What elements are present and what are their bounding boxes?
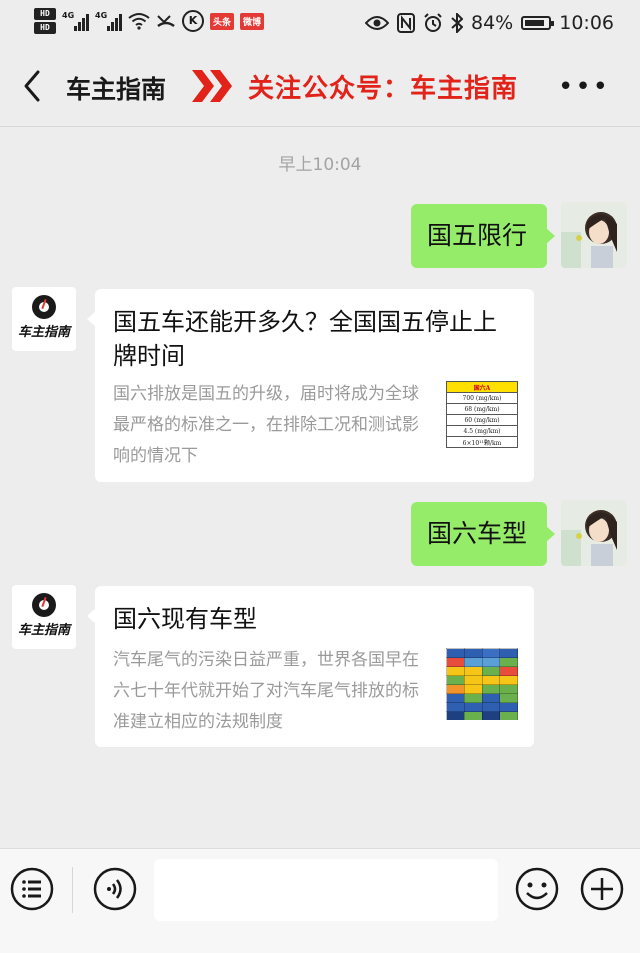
double-arrow-icon bbox=[192, 70, 232, 102]
eye-icon bbox=[365, 16, 389, 30]
weibo-badge: 微博 bbox=[240, 12, 265, 30]
table-cell: 68 (mg/km) bbox=[446, 403, 518, 415]
chevron-left-icon[interactable] bbox=[18, 68, 48, 104]
battery-percent: 84% bbox=[471, 12, 514, 34]
message-timestamp: 早上10:04 bbox=[278, 155, 362, 175]
follow-account-text: 关注公众号：车主指南 bbox=[248, 74, 519, 104]
navigation-area bbox=[0, 929, 640, 953]
k-app-icon: K bbox=[182, 10, 204, 32]
voice-icon[interactable] bbox=[93, 867, 137, 911]
bluetooth-icon bbox=[451, 13, 463, 33]
battery-icon bbox=[521, 16, 555, 30]
table-cell: 6×10¹¹颗/km bbox=[446, 436, 518, 448]
user-avatar-image bbox=[561, 500, 627, 566]
signal-icon-2: 4G bbox=[95, 11, 122, 31]
hd-indicator: HD HD bbox=[34, 8, 56, 34]
user-avatar-image bbox=[561, 202, 627, 268]
nfc-icon bbox=[397, 13, 415, 33]
table-header-cell: 国六A bbox=[446, 381, 518, 393]
article-card[interactable]: 国六现有车型 汽车尾气的污染日益严重，世界各国早在六七十年代就开始了对汽车尾气排… bbox=[87, 586, 534, 747]
list-menu-icon[interactable] bbox=[10, 867, 54, 911]
article-description: 国六排放是国五的升级，届时将成为全球最严格的标准之一，在排除工况和测试影响的情况… bbox=[113, 384, 419, 466]
bot-avatar[interactable]: 车主指南 bbox=[12, 585, 76, 649]
chat-title: 车主指南 bbox=[66, 75, 167, 104]
article-thumbnail: 国六A 700 (mg/km) 68 (mg/km) 60 (mg/km) 4.… bbox=[444, 381, 520, 455]
chat-header: 车主指南 关注公众号：车主指南 ••• bbox=[0, 48, 640, 127]
alarm-icon bbox=[424, 13, 442, 32]
status-bar: HD HD 4G 4G K 头条 微博 84% 10:06 bbox=[0, 0, 640, 48]
message-input[interactable] bbox=[154, 859, 498, 921]
bot-avatar-label: 车主指南 bbox=[17, 325, 70, 340]
emoji-icon[interactable] bbox=[515, 867, 559, 911]
vehicle-table-thumbnail bbox=[446, 648, 518, 720]
emission-table-thumbnail: 国六A 700 (mg/km) 68 (mg/km) 60 (mg/km) 4.… bbox=[446, 381, 518, 448]
more-options-button[interactable]: ••• bbox=[558, 72, 610, 102]
sent-message-bubble[interactable]: 国六车型 bbox=[411, 502, 555, 566]
hd-badge-2: HD bbox=[34, 22, 56, 34]
missed-call-icon bbox=[157, 15, 175, 28]
clock: 10:06 bbox=[559, 12, 614, 34]
bot-avatar[interactable]: 车主指南 bbox=[12, 287, 76, 351]
table-cell: 700 (mg/km) bbox=[446, 392, 518, 404]
article-thumbnail bbox=[444, 646, 520, 720]
user-avatar[interactable] bbox=[561, 202, 627, 268]
chat-input-bar bbox=[0, 848, 640, 929]
article-title: 国六现有车型 bbox=[113, 605, 257, 633]
toutiao-badge: 头条 bbox=[210, 12, 235, 30]
plus-circle-icon[interactable] bbox=[580, 867, 624, 911]
network-label-2: 4G bbox=[95, 11, 108, 20]
article-description: 汽车尾气的污染日益严重，世界各国早在六七十年代就开始了对汽车尾气排放的标准建立相… bbox=[113, 650, 419, 732]
article-card[interactable]: 国五车还能开多久？全国国五停止上牌时间 国六排放是国五的升级，届时将成为全球最严… bbox=[87, 289, 534, 482]
signal-icon: 4G bbox=[62, 11, 89, 31]
bot-avatar-label: 车主指南 bbox=[17, 623, 70, 638]
table-cell: 60 (mg/km) bbox=[446, 414, 518, 426]
wifi-icon bbox=[128, 13, 150, 30]
network-label-1: 4G bbox=[62, 11, 75, 20]
divider bbox=[72, 867, 73, 913]
user-avatar[interactable] bbox=[561, 500, 627, 566]
table-cell: 4.5 (mg/km) bbox=[446, 425, 518, 437]
hd-badge-1: HD bbox=[34, 8, 56, 20]
sent-message-bubble[interactable]: 国五限行 bbox=[411, 204, 555, 268]
article-title: 国五车还能开多久？全国国五停止上牌时间 bbox=[113, 308, 497, 370]
